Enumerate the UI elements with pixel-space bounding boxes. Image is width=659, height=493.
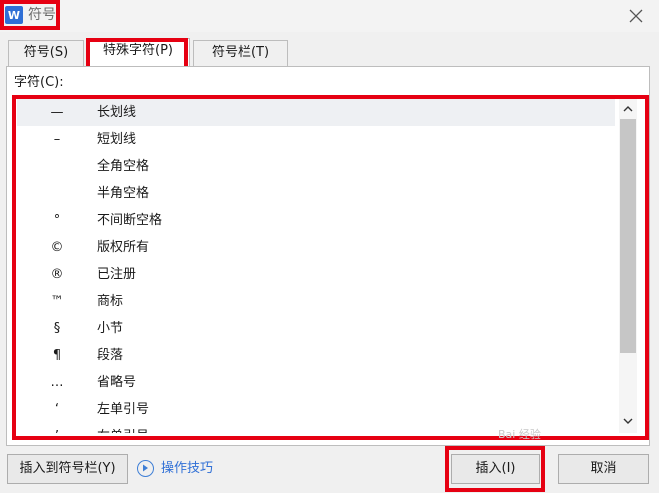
symbol-name: 段落	[97, 348, 124, 363]
list-item[interactable]: § 小节	[17, 315, 615, 342]
scroll-up-button[interactable]	[619, 99, 637, 117]
symbol-glyph: —	[50, 105, 64, 120]
insert-to-symbol-bar-button[interactable]: 插入到符号栏(Y)	[7, 454, 128, 484]
list-item[interactable]: ® 已注册	[17, 261, 615, 288]
symbol-glyph: ©	[50, 240, 64, 255]
tab-symbols[interactable]: 符号(S)	[8, 40, 84, 66]
symbol-glyph: §	[53, 321, 61, 336]
list-item[interactable]: © 版权所有	[17, 234, 615, 261]
tips-link[interactable]: 操作技巧	[161, 460, 213, 478]
symbol-glyph: …	[50, 375, 64, 390]
wps-app-icon: W	[5, 6, 23, 24]
symbol-name: 已注册	[97, 267, 137, 282]
symbol-glyph: ®	[50, 267, 64, 282]
tab-symbol-bar[interactable]: 符号栏(T)	[193, 40, 288, 66]
list-item[interactable]: ™ 商标	[17, 288, 615, 315]
symbol-glyph: ’	[37, 423, 77, 433]
symbol-glyph: ™	[50, 294, 64, 309]
close-button[interactable]	[624, 4, 648, 28]
characters-label: 字符(C):	[14, 75, 64, 90]
window-title: 符号	[28, 7, 56, 23]
list-item[interactable]: 全角空格	[17, 153, 615, 180]
symbol-name: 长划线	[97, 105, 137, 120]
list-item[interactable]: … 省略号	[17, 369, 615, 396]
insert-button[interactable]: 插入(I)	[451, 454, 540, 484]
list-item[interactable]: – 短划线	[17, 126, 615, 153]
baidu-watermark: Bai 经验	[498, 428, 541, 441]
list-item[interactable]: ¶ 段落	[17, 342, 615, 369]
symbol-name: 短划线	[97, 132, 137, 147]
cancel-button[interactable]: 取消	[558, 454, 649, 484]
symbol-name: 右单引号	[97, 423, 149, 433]
special-character-list[interactable]: — 长划线 – 短划线 全角空格 半角空格 ° 不间断空格 © 版权所有 ® 已…	[17, 99, 637, 433]
play-circle-icon[interactable]	[137, 460, 154, 477]
symbol-glyph: –	[53, 132, 61, 147]
list-item[interactable]: — 长划线	[17, 99, 615, 126]
symbol-name: 省略号	[97, 375, 137, 390]
symbol-name: 版权所有	[97, 240, 150, 255]
chevron-down-icon	[623, 418, 633, 424]
scroll-down-button[interactable]	[619, 412, 637, 430]
symbol-glyph: °	[53, 213, 61, 228]
symbol-name: 小节	[97, 321, 124, 336]
chevron-up-icon	[623, 105, 633, 111]
list-item[interactable]: 半角空格	[17, 180, 615, 207]
symbol-glyph: ‘	[54, 402, 60, 417]
symbol-name: 不间断空格	[97, 213, 163, 228]
symbol-glyph: ¶	[52, 348, 62, 363]
scrollbar-thumb[interactable]	[620, 119, 636, 353]
symbol-name: 半角空格	[97, 186, 150, 201]
symbol-name: 左单引号	[97, 402, 150, 417]
symbol-name: 商标	[97, 294, 124, 309]
tab-special-characters[interactable]: 特殊字符(P)	[86, 38, 190, 68]
symbol-name: 全角空格	[97, 159, 150, 174]
list-item[interactable]: ‘ 左单引号	[17, 396, 615, 423]
title-bar	[0, 0, 659, 32]
close-icon	[629, 9, 643, 23]
list-item[interactable]: ° 不间断空格	[17, 207, 615, 234]
